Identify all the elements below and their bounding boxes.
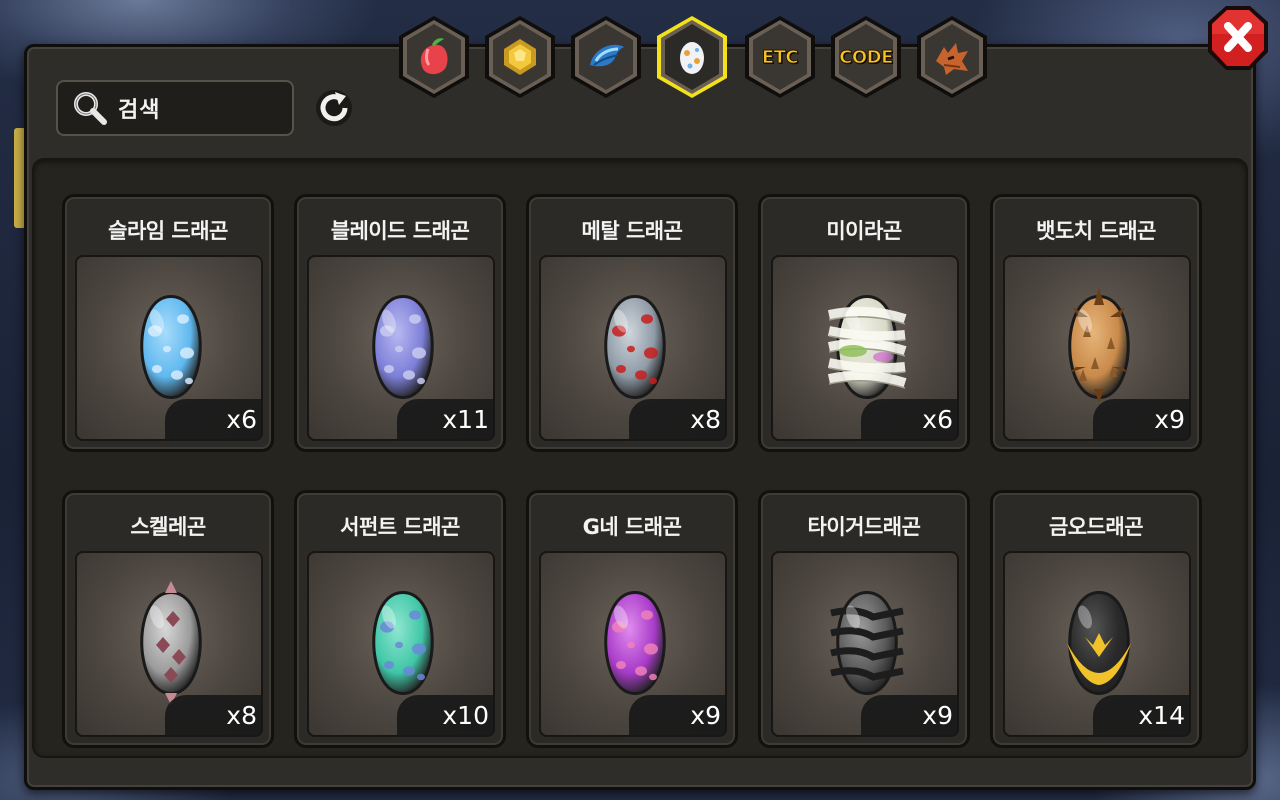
- tab-fruit[interactable]: [396, 14, 472, 100]
- item-card[interactable]: G네 드래곤 x9: [526, 490, 738, 748]
- item-card[interactable]: 블레이드 드래곤 x11: [294, 194, 506, 452]
- gold-coin-icon: [504, 39, 536, 75]
- dragon-head-icon: [936, 43, 968, 75]
- item-name: 스켈레곤: [130, 515, 206, 539]
- egg-icon: [680, 42, 704, 74]
- tab-egg[interactable]: [654, 14, 730, 100]
- item-grid: 슬라임 드래곤 x6 블레이드 드래곤 x11 메탈 드래곤 x8 미이라곤 x6 뱃도…: [32, 158, 1248, 758]
- item-name: 미이라곤: [826, 219, 902, 243]
- item-count-badge: x9: [629, 695, 725, 737]
- close-icon: [1208, 6, 1268, 70]
- item-card[interactable]: 서펀트 드래곤 x10: [294, 490, 506, 748]
- item-name: G네 드래곤: [582, 515, 682, 539]
- item-card[interactable]: 타이거드래곤 x9: [758, 490, 970, 748]
- item-card[interactable]: 메탈 드래곤 x8: [526, 194, 738, 452]
- item-count-badge: x11: [397, 399, 493, 441]
- item-name: 금오드래곤: [1048, 515, 1144, 539]
- item-name: 서펀트 드래곤: [340, 515, 460, 539]
- refresh-icon[interactable]: [312, 86, 356, 130]
- tab-etc[interactable]: ETC: [742, 14, 818, 100]
- close-button[interactable]: [1206, 4, 1270, 74]
- item-card[interactable]: 미이라곤 x6: [758, 194, 970, 452]
- search-icon: [74, 92, 107, 125]
- item-count-badge: x8: [165, 695, 261, 737]
- item-name: 타이거드래곤: [807, 515, 921, 539]
- blue-scale-icon: [590, 44, 624, 67]
- tab-label: ETC: [761, 46, 799, 68]
- tab-label: CODE: [839, 46, 894, 68]
- item-name: 메탈 드래곤: [581, 219, 683, 243]
- item-count-badge: x9: [1093, 399, 1189, 441]
- fruit-icon: [420, 38, 448, 75]
- search-field[interactable]: 검색: [56, 80, 294, 136]
- category-tabs: ETC CODE: [396, 14, 996, 104]
- item-count-badge: x10: [397, 695, 493, 737]
- tab-scale[interactable]: [568, 14, 644, 100]
- item-name: 뱃도치 드래곤: [1036, 219, 1156, 243]
- item-count-badge: x14: [1093, 695, 1189, 737]
- item-name: 블레이드 드래곤: [330, 219, 470, 243]
- item-count-badge: x6: [861, 399, 957, 441]
- item-card[interactable]: 슬라임 드래곤 x6: [62, 194, 274, 452]
- tab-gold[interactable]: [482, 14, 558, 100]
- item-count-badge: x6: [165, 399, 261, 441]
- item-card[interactable]: 스켈레곤 x8: [62, 490, 274, 748]
- tab-code[interactable]: CODE: [828, 14, 904, 100]
- item-card[interactable]: 금오드래곤 x14: [990, 490, 1202, 748]
- item-count-badge: x8: [629, 399, 725, 441]
- item-count-badge: x9: [861, 695, 957, 737]
- item-card[interactable]: 뱃도치 드래곤 x9: [990, 194, 1202, 452]
- item-name: 슬라임 드래곤: [108, 219, 228, 243]
- search-label: 검색: [118, 98, 161, 123]
- tab-dragon[interactable]: [914, 14, 990, 100]
